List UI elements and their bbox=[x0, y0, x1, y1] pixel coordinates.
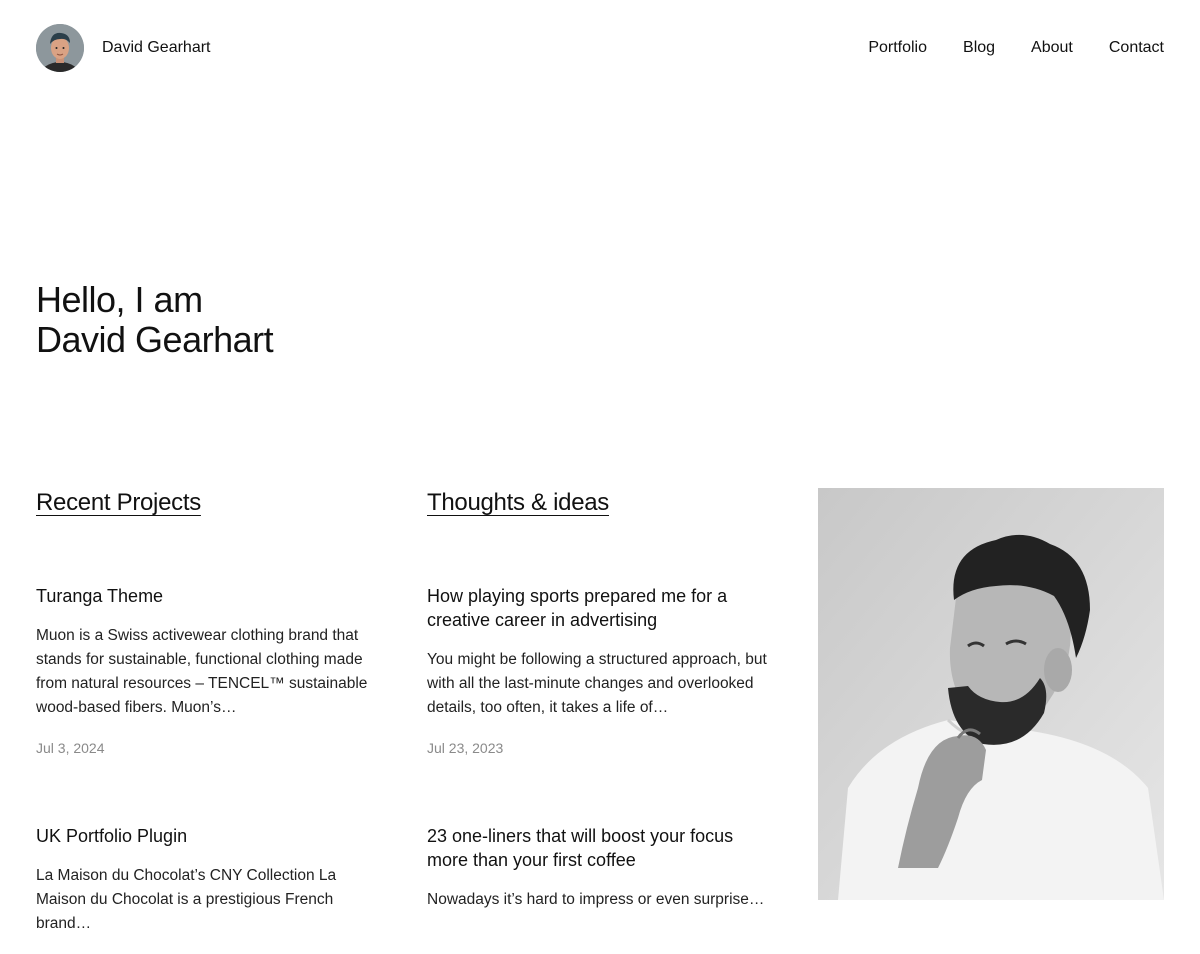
project-entry: UK Portfolio Plugin La Maison du Chocola… bbox=[36, 824, 386, 954]
avatar[interactable] bbox=[36, 24, 84, 72]
post-title-link[interactable]: 23 one-liners that will boost your focus… bbox=[427, 824, 777, 872]
portrait-illustration bbox=[818, 488, 1164, 900]
project-excerpt: Muon is a Swiss activewear clothing bran… bbox=[36, 627, 368, 716]
nav-item-about[interactable]: About bbox=[1031, 38, 1073, 58]
post-excerpt: Nowadays it’s hard to impress or even su… bbox=[427, 891, 765, 908]
project-date: Jul 3, 2024 bbox=[36, 740, 105, 756]
nav-item-portfolio[interactable]: Portfolio bbox=[868, 38, 927, 58]
recent-projects-heading-link[interactable]: Recent Projects bbox=[36, 488, 201, 518]
hero-heading: Hello, I am David Gearhart bbox=[36, 279, 274, 360]
post-excerpt: You might be following a structured appr… bbox=[427, 651, 767, 716]
nav-item-contact[interactable]: Contact bbox=[1109, 38, 1164, 58]
main-nav: Portfolio Blog About Contact bbox=[868, 38, 1164, 58]
project-excerpt: La Maison du Chocolat’s CNY Collection L… bbox=[36, 867, 337, 932]
site-header: David Gearhart Portfolio Blog About Cont… bbox=[0, 0, 1200, 96]
nav-item-blog[interactable]: Blog bbox=[963, 38, 995, 58]
project-title-link[interactable]: UK Portfolio Plugin bbox=[36, 824, 386, 848]
thoughts-heading-link[interactable]: Thoughts & ideas bbox=[427, 488, 609, 518]
hero-line-1: Hello, I am bbox=[36, 279, 203, 320]
recent-projects-section: Recent Projects Turanga Theme Muon is a … bbox=[36, 488, 386, 932]
portrait-photo bbox=[818, 488, 1164, 900]
site-title-link[interactable]: David Gearhart bbox=[102, 38, 211, 58]
post-entry: 23 one-liners that will boost your focus… bbox=[427, 824, 777, 930]
project-entry: Turanga Theme Muon is a Swiss activewear… bbox=[36, 584, 386, 758]
hero-line-2: David Gearhart bbox=[36, 319, 274, 360]
post-title-link[interactable]: How playing sports prepared me for a cre… bbox=[427, 584, 777, 632]
avatar-illustration bbox=[36, 24, 84, 72]
thoughts-section: Thoughts & ideas How playing sports prep… bbox=[427, 488, 777, 908]
post-entry: How playing sports prepared me for a cre… bbox=[427, 584, 777, 758]
project-title-link[interactable]: Turanga Theme bbox=[36, 584, 386, 608]
post-date: Jul 23, 2023 bbox=[427, 740, 504, 756]
